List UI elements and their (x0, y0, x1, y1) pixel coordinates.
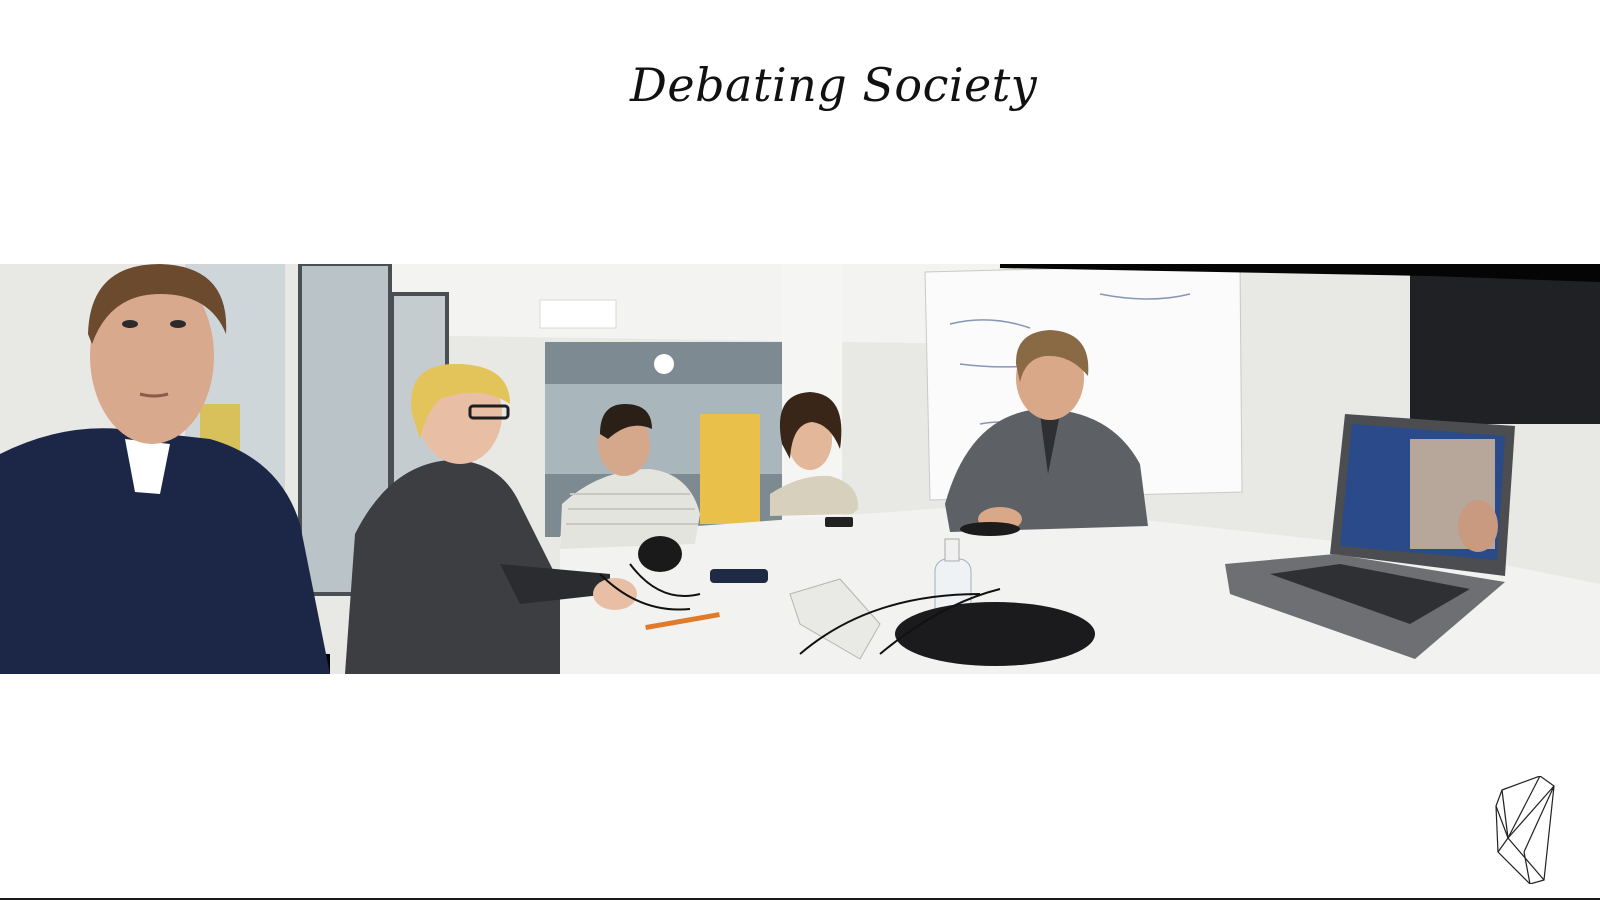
panorama-photo (0, 264, 1600, 674)
photo-illustration (0, 264, 1600, 674)
slide-title: Debating Society (630, 58, 1038, 112)
geometric-crystal-logo-icon (1494, 775, 1558, 885)
slide: Debating Society (0, 0, 1600, 900)
